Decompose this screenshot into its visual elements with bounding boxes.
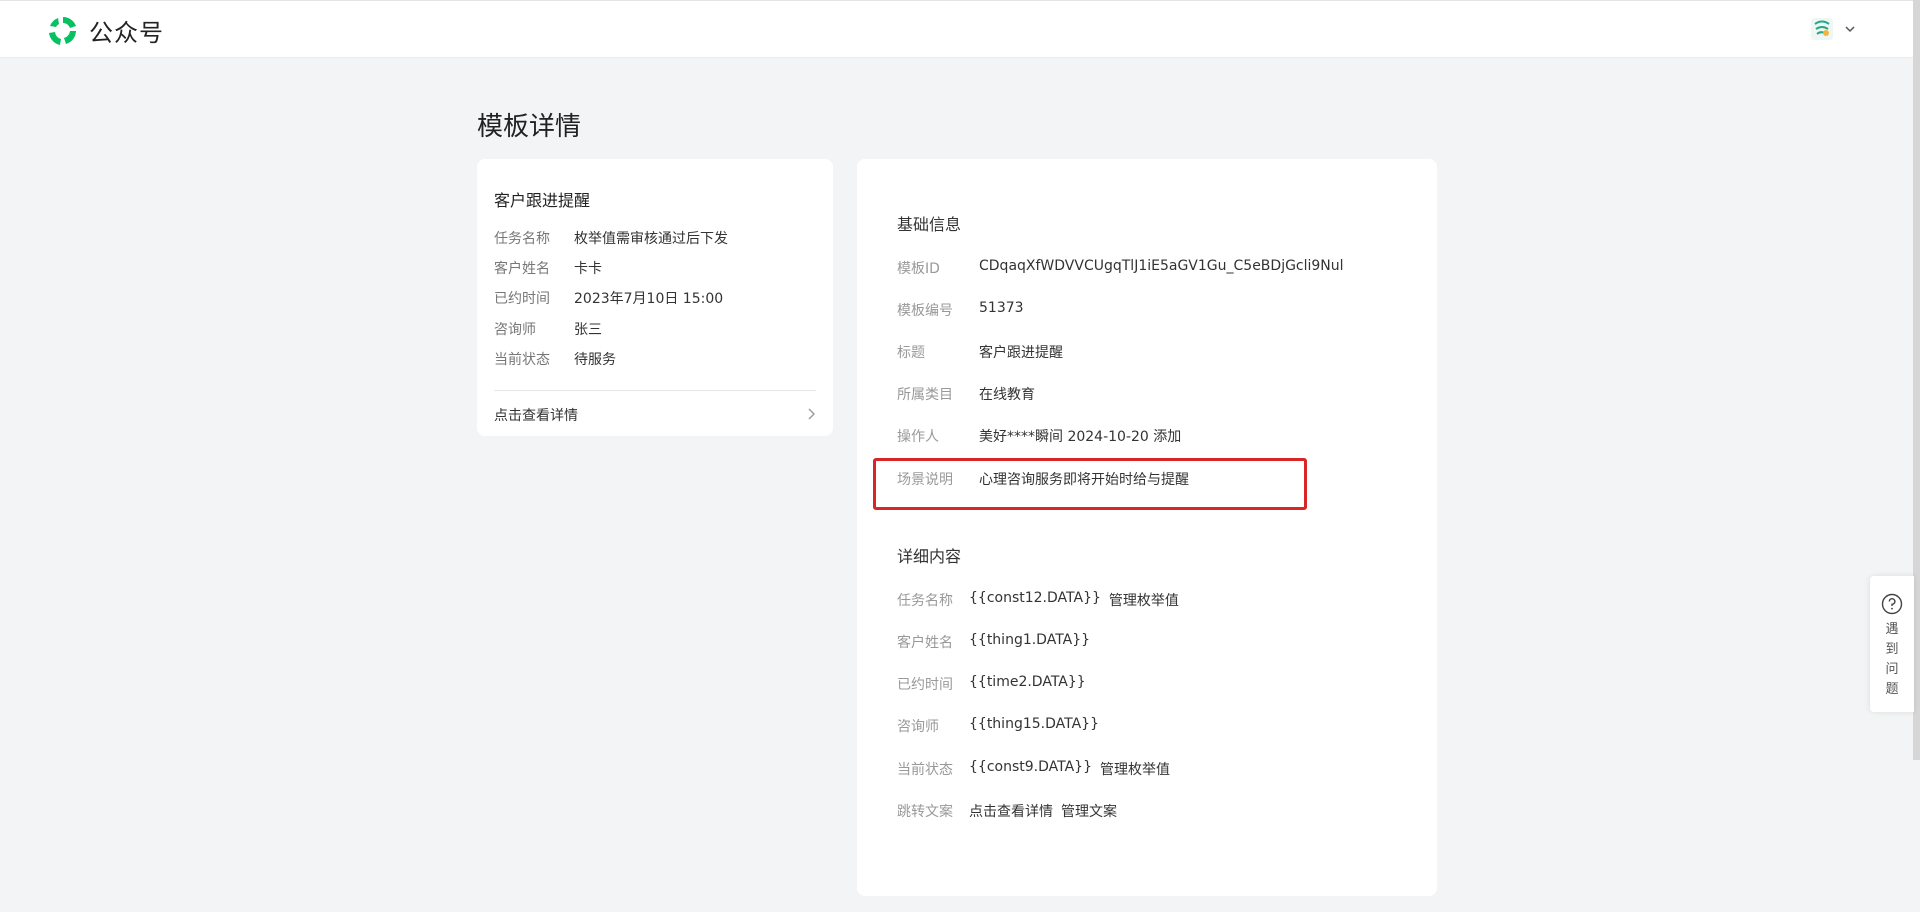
row-label: 跳转文案 [897, 804, 953, 820]
help-label-char: 题 [1885, 682, 1899, 697]
chevron-right-icon[interactable] [804, 407, 818, 421]
page-title: 模板详情 [477, 112, 582, 142]
row-label: 模板编号 [897, 303, 953, 319]
help-widget[interactable]: 遇 到 问 题 [1870, 576, 1914, 712]
field-label: 咨询师 [494, 322, 536, 338]
row-value: CDqaqXfWDVVCUgqTlJ1iE5aGV1Gu_C5eBDjGcli9… [979, 258, 1344, 274]
row-label: 客户姓名 [897, 635, 953, 651]
help-label-char: 问 [1885, 662, 1899, 677]
preview-field-consultant: 咨询师 张三 [494, 319, 602, 339]
user-avatar-icon [1811, 18, 1833, 40]
field-label: 当前状态 [494, 352, 550, 368]
row-value: {{const9.DATA}} [969, 759, 1092, 775]
detail-row-jump-text: 跳转文案 点击查看详情 管理文案 [897, 801, 1117, 821]
row-value: {{const12.DATA}} [969, 590, 1101, 606]
info-row-title: 标题 客户跟进提醒 [897, 342, 1063, 362]
row-value: 美好****瞬间 2024-10-20 添加 [979, 429, 1182, 445]
top-navigation-bar: 公众号 [0, 0, 1920, 57]
info-row-category: 所属类目 在线教育 [897, 384, 1035, 404]
manage-enum-link[interactable]: 管理枚举值 [1100, 759, 1170, 779]
row-value: {{time2.DATA}} [969, 674, 1086, 690]
template-info-card: 基础信息 模板ID CDqaqXfWDVVCUgqTlJ1iE5aGV1Gu_C… [857, 159, 1437, 896]
detail-row-status: 当前状态 {{const9.DATA}} 管理枚举值 [897, 759, 1170, 779]
preview-field-appointment-time: 已约时间 2023年7月10日 15:00 [494, 288, 723, 308]
row-label: 模板ID [897, 261, 940, 277]
manage-enum-link[interactable]: 管理枚举值 [1109, 590, 1179, 610]
row-label: 任务名称 [897, 593, 953, 609]
question-circle-icon [1881, 593, 1903, 615]
field-label: 已约时间 [494, 291, 550, 307]
card-divider [494, 390, 816, 391]
field-value: 张三 [574, 322, 602, 338]
preview-field-status: 当前状态 待服务 [494, 349, 616, 369]
row-label: 咨询师 [897, 719, 939, 735]
info-row-template-number: 模板编号 51373 [897, 300, 1024, 320]
row-label: 当前状态 [897, 762, 953, 778]
preview-title: 客户跟进提醒 [494, 191, 591, 210]
detail-row-consultant: 咨询师 {{thing15.DATA}} [897, 716, 1099, 736]
wechat-mp-logo-icon [49, 16, 76, 45]
scenario-highlight-box [873, 458, 1307, 510]
preview-field-task-name: 任务名称 枚举值需审核通过后下发 [494, 228, 728, 248]
manage-copy-link[interactable]: 管理文案 [1061, 801, 1117, 821]
help-label-char: 到 [1885, 642, 1899, 657]
preview-field-customer-name: 客户姓名 卡卡 [494, 258, 602, 278]
info-row-template-id: 模板ID CDqaqXfWDVVCUgqTlJ1iE5aGV1Gu_C5eBDj… [897, 258, 1344, 278]
account-menu[interactable] [1811, 18, 1857, 40]
detail-row-task-name: 任务名称 {{const12.DATA}} 管理枚举值 [897, 590, 1179, 610]
detail-row-appointment-time: 已约时间 {{time2.DATA}} [897, 674, 1086, 694]
view-details-link[interactable]: 点击查看详情 [494, 405, 578, 425]
row-value: 51373 [979, 300, 1024, 316]
detail-row-customer-name: 客户姓名 {{thing1.DATA}} [897, 632, 1090, 652]
app-name: 公众号 [89, 19, 164, 47]
row-label: 操作人 [897, 429, 939, 445]
row-label: 所属类目 [897, 387, 953, 403]
field-value: 2023年7月10日 15:00 [574, 291, 724, 307]
help-label-char: 遇 [1885, 622, 1899, 637]
basic-info-heading: 基础信息 [897, 215, 962, 234]
field-label: 任务名称 [494, 231, 550, 247]
row-value: 点击查看详情 [969, 804, 1053, 820]
field-value: 待服务 [574, 352, 616, 368]
row-value: {{thing1.DATA}} [969, 632, 1091, 648]
chevron-down-icon [1845, 26, 1855, 33]
app-logo[interactable]: 公众号 [46, 13, 164, 48]
info-row-operator: 操作人 美好****瞬间 2024-10-20 添加 [897, 426, 1181, 446]
row-label: 已约时间 [897, 677, 953, 693]
field-value: 卡卡 [574, 261, 602, 277]
field-value: 枚举值需审核通过后下发 [574, 231, 728, 247]
row-value: 客户跟进提醒 [979, 345, 1063, 361]
help-label: 遇 到 问 题 [1870, 620, 1914, 700]
page-scrollbar[interactable] [1913, 0, 1920, 760]
detail-content-heading: 详细内容 [897, 547, 962, 566]
field-label: 客户姓名 [494, 261, 550, 277]
row-label: 标题 [897, 345, 925, 361]
row-value: {{thing15.DATA}} [969, 716, 1099, 732]
message-preview-card: 客户跟进提醒 任务名称 枚举值需审核通过后下发 客户姓名 卡卡 已约时间 202… [477, 159, 833, 436]
row-value: 在线教育 [979, 387, 1035, 403]
